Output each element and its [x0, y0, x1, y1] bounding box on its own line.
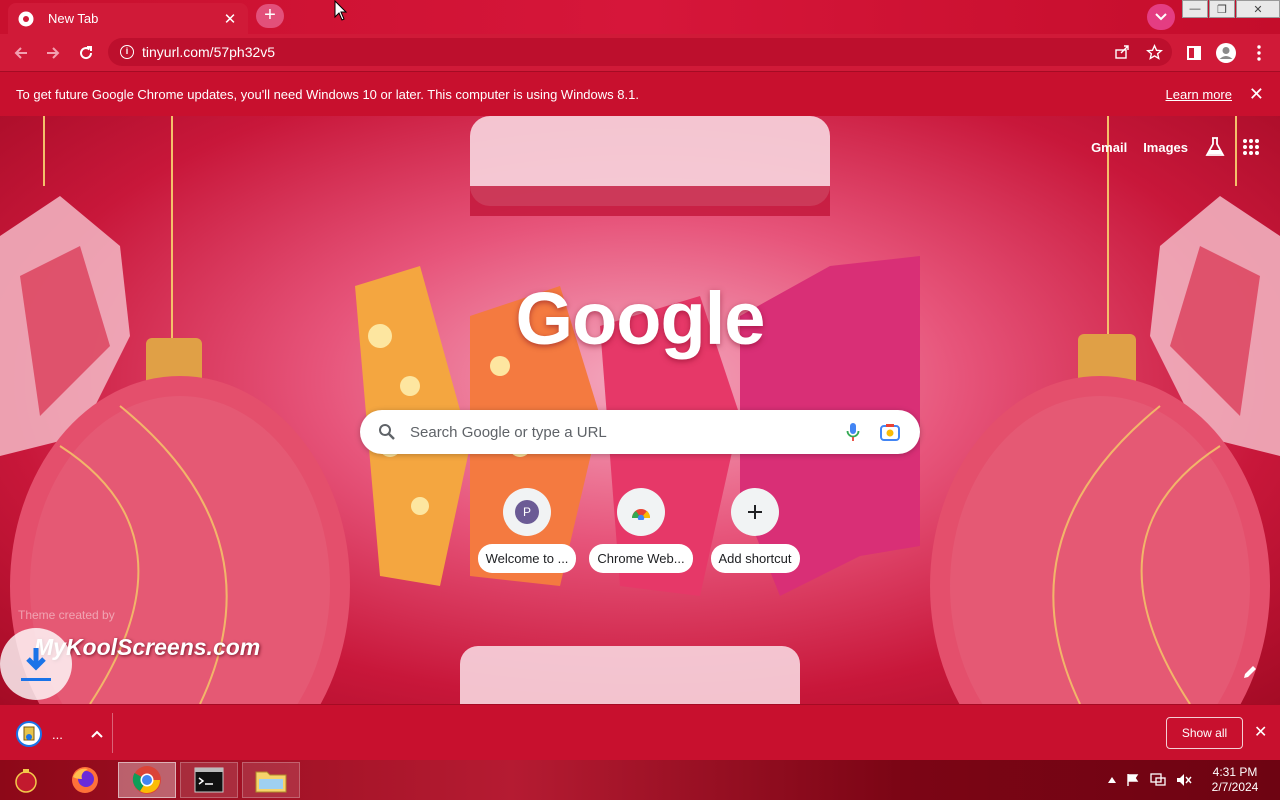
clock-date: 2/7/2024: [1211, 780, 1259, 794]
chevron-up-icon[interactable]: [91, 730, 103, 738]
tab-title: New Tab: [48, 11, 99, 26]
network-icon[interactable]: [1150, 773, 1166, 787]
new-tab-button[interactable]: +: [256, 4, 284, 28]
reload-icon: [80, 46, 93, 60]
microphone-icon[interactable]: [846, 422, 860, 442]
add-shortcut-tile[interactable]: Add shortcut: [702, 488, 808, 573]
learn-more-link[interactable]: Learn more: [1166, 87, 1232, 102]
infobar-close-icon[interactable]: ✕: [1249, 84, 1264, 105]
camera-lens-icon[interactable]: [880, 423, 900, 441]
avatar-icon: [1216, 43, 1236, 63]
bookmark-star-icon[interactable]: [1146, 43, 1163, 61]
download-arrow-icon: [21, 648, 51, 681]
terminal-icon: [194, 767, 224, 793]
omnibox-actions: [1114, 38, 1163, 66]
shortcut-icon-circle: [617, 488, 665, 536]
theme-credit: Theme created by: [18, 608, 115, 622]
search-icon: [379, 424, 395, 440]
site-info-icon[interactable]: i: [120, 45, 134, 59]
pencil-icon[interactable]: [1242, 664, 1258, 680]
shortcut-label: Welcome to ...: [477, 544, 577, 573]
folder-icon: [255, 771, 287, 793]
google-logo: Google: [515, 277, 766, 360]
shortcut-icon-circle: P: [503, 488, 551, 536]
download-indicator[interactable]: [0, 628, 72, 700]
back-button[interactable]: [6, 38, 36, 68]
tab-new-tab[interactable]: New Tab ✕: [8, 3, 248, 34]
side-panel-icon: [1187, 46, 1201, 60]
download-shelf: ... Show all ✕: [0, 704, 1280, 760]
chrome-icon: [132, 766, 161, 794]
minimize-button[interactable]: —: [1182, 0, 1208, 18]
taskbar-clock[interactable]: 4:31 PM 2/7/2024: [1208, 765, 1262, 795]
start-ornament-icon: [15, 769, 37, 793]
download-item-label: ...: [52, 726, 63, 742]
taskbar-command-prompt[interactable]: [180, 762, 238, 798]
more-vert-icon: [1257, 45, 1261, 61]
shortcut-letter-avatar: P: [515, 500, 539, 524]
plus-icon: [748, 505, 762, 519]
shortcut-label: Chrome Web...: [589, 544, 693, 573]
arrow-right-icon: [47, 47, 60, 59]
mouse-cursor-icon: [334, 0, 348, 21]
tab-search-button[interactable]: [1147, 4, 1175, 30]
arrow-left-icon: [14, 47, 27, 59]
taskbar-chrome[interactable]: [118, 762, 176, 798]
forward-button[interactable]: [38, 38, 68, 68]
apps-grid-icon[interactable]: [1242, 138, 1260, 156]
chrome-web-store-icon: [632, 509, 651, 520]
tab-strip: New Tab ✕ + — ❐ ✕: [0, 0, 1280, 34]
divider: [112, 713, 113, 753]
shortcut-label: Add shortcut: [710, 544, 800, 573]
shortcut-tile-welcome[interactable]: P Welcome to ...: [474, 488, 580, 573]
system-tray: [1108, 760, 1192, 800]
windows-taskbar: 4:31 PM 2/7/2024: [0, 760, 1280, 800]
new-tab-page: Gmail Images Google Search Google or typ…: [0, 116, 1280, 704]
taskbar-file-explorer[interactable]: [242, 762, 300, 798]
volume-muted-icon[interactable]: [1176, 773, 1192, 787]
search-box[interactable]: Search Google or type a URL: [360, 410, 920, 454]
clock-time: 4:31 PM: [1212, 765, 1258, 779]
shortcut-tile-chrome-web-store[interactable]: Chrome Web...: [588, 488, 694, 573]
top-links: Gmail Images: [1091, 136, 1260, 158]
file-icon: [16, 721, 42, 747]
share-icon[interactable]: [1114, 44, 1130, 60]
infobar-message: To get future Google Chrome updates, you…: [16, 86, 639, 102]
restore-button[interactable]: ❐: [1209, 0, 1235, 18]
close-window-button[interactable]: ✕: [1236, 0, 1280, 18]
shortcut-icon-circle: [731, 488, 779, 536]
firefox-icon: [72, 767, 98, 793]
images-link[interactable]: Images: [1143, 140, 1188, 155]
show-all-button[interactable]: Show all: [1166, 717, 1243, 749]
window-controls: — ❐ ✕: [1181, 0, 1280, 18]
address-bar[interactable]: i tinyurl.com/57ph32v5: [108, 38, 1172, 66]
menu-button[interactable]: [1244, 38, 1274, 68]
toolbar: i tinyurl.com/57ph32v5: [0, 34, 1280, 71]
close-tab-icon[interactable]: ✕: [222, 11, 238, 28]
profile-button[interactable]: [1211, 38, 1241, 68]
start-button[interactable]: [0, 762, 52, 798]
gmail-link[interactable]: Gmail: [1091, 140, 1127, 155]
address-text: tinyurl.com/57ph32v5: [142, 44, 276, 60]
search-box-actions: [846, 422, 900, 442]
chevron-up-icon[interactable]: [1108, 777, 1116, 783]
action-center-flag-icon[interactable]: [1126, 773, 1140, 787]
side-panel-button[interactable]: [1179, 38, 1209, 68]
shortcuts-row: P Welcome to ... Chrome Web... Add short…: [474, 488, 808, 573]
reload-button[interactable]: [71, 38, 101, 68]
update-infobar: To get future Google Chrome updates, you…: [0, 71, 1280, 116]
download-item[interactable]: ...: [16, 721, 103, 747]
search-placeholder: Search Google or type a URL: [410, 423, 607, 441]
taskbar-firefox[interactable]: [56, 762, 114, 798]
chevron-down-icon: [1155, 13, 1167, 21]
labs-flask-icon[interactable]: [1204, 136, 1226, 158]
chrome-icon: [18, 11, 34, 26]
close-shelf-icon[interactable]: ✕: [1254, 722, 1267, 742]
